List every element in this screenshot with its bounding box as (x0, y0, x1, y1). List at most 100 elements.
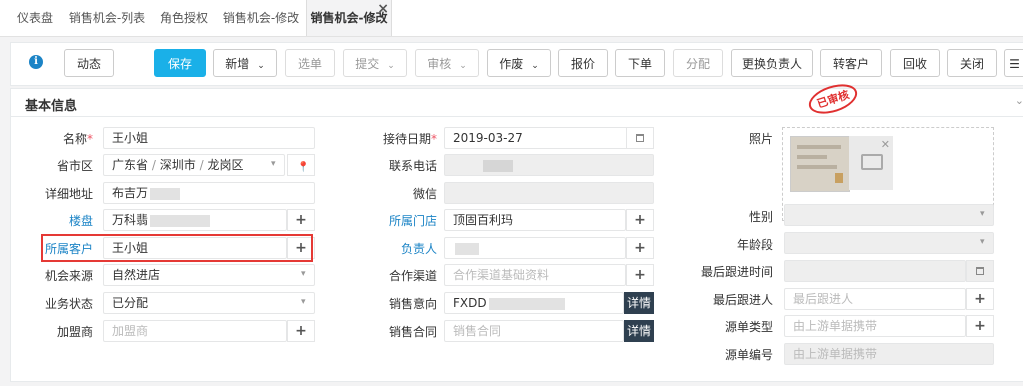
photo-label: 照片 (748, 132, 773, 146)
reception-date-label: 接待日期* (382, 132, 437, 146)
close-button[interactable]: 关闭 (947, 49, 997, 77)
province-value: 广东省 (112, 158, 149, 172)
new-button[interactable]: 新增 ⌄ (213, 49, 277, 77)
contract-detail-button[interactable]: 详情 (624, 320, 654, 342)
audit-label: 审核 (427, 57, 452, 71)
building-label[interactable]: 楼盘 (31, 213, 93, 229)
reception-date-input[interactable]: 2019-03-27 (444, 127, 628, 149)
add-owner-button[interactable]: + (626, 237, 654, 259)
gender-select[interactable] (784, 204, 994, 226)
status-select[interactable]: 已分配 (103, 292, 315, 314)
new-label: 新增 (225, 57, 250, 71)
last-follower-label: 最后跟进人 (712, 293, 773, 307)
highlight-box (41, 234, 313, 262)
chevron-down-icon[interactable]: ⌄ (1015, 94, 1023, 107)
name-input[interactable]: 王小姐 (103, 127, 315, 149)
assign-button[interactable]: 分配 (673, 49, 723, 77)
void-label: 作废 (499, 57, 524, 71)
calendar-button[interactable] (626, 127, 654, 149)
separator: / (199, 158, 204, 172)
save-button[interactable]: 保存 (154, 49, 206, 77)
owner-label[interactable]: 负责人 (361, 241, 437, 257)
tab-dashboard[interactable]: 仪表盘 (6, 0, 64, 36)
region-select[interactable]: 广东省 / 深圳市 / 龙岗区 (103, 154, 285, 176)
intent-input[interactable]: FXDD (444, 292, 624, 314)
source-no-label: 源单编号 (724, 348, 773, 362)
store-label[interactable]: 所属门店 (361, 213, 437, 229)
address-label: 详细地址 (44, 187, 93, 201)
channel-label: 合作渠道 (388, 269, 437, 283)
source-label: 机会来源 (44, 269, 93, 283)
info-circle-icon[interactable]: i (29, 55, 43, 69)
more-icon[interactable]: ☰ (1004, 49, 1023, 77)
convert-customer-button[interactable]: 转客户 (820, 49, 882, 77)
calendar-icon (636, 134, 644, 142)
add-store-button[interactable]: + (626, 209, 654, 231)
close-icon[interactable]: ✕ (881, 138, 890, 151)
audit-button[interactable]: 审核 ⌄ (415, 49, 479, 77)
add-follower-button[interactable]: + (966, 288, 994, 310)
change-owner-button[interactable]: 更换负责人 (731, 49, 813, 77)
tab-role-auth[interactable]: 角色授权 (152, 0, 216, 36)
chevron-down-icon: ⌄ (459, 61, 467, 71)
add-building-button[interactable]: + (287, 209, 315, 231)
calendar-button[interactable] (966, 260, 994, 282)
last-follow-time-label: 最后跟进时间 (700, 265, 773, 279)
name-label: 名称* (62, 132, 93, 146)
contract-input[interactable]: 销售合同 (444, 320, 624, 342)
age-label: 年龄段 (736, 238, 773, 252)
quote-button[interactable]: 报价 (558, 49, 608, 77)
source-type-input[interactable]: 由上游单据携带 (784, 315, 966, 337)
channel-input[interactable]: 合作渠道基础资料 (444, 264, 626, 286)
tab-opportunity-edit[interactable]: 销售机会-修改 (218, 0, 304, 36)
wechat-input[interactable] (444, 182, 654, 204)
toolbar: i 动态 保存 新增 ⌄ 选单 提交 ⌄ 审核 ⌄ 作废 ⌄ 报价 下单 分配 更换负责… (10, 42, 1023, 86)
submit-label: 提交 (355, 57, 380, 71)
phone-input[interactable] (444, 154, 654, 176)
photo-placeholder[interactable]: ✕ (849, 136, 893, 190)
activity-button[interactable]: 动态 (64, 49, 114, 77)
franchisee-label: 加盟商 (56, 325, 93, 339)
submit-button[interactable]: 提交 ⌄ (343, 49, 407, 77)
location-button[interactable]: 📍 (287, 154, 315, 176)
basic-info-panel: 基本信息 已审核 ⌄ 名称* 王小姐 省市区 广东省 / 深圳市 / 龙岗区 ▾… (10, 78, 1023, 382)
chevron-down-icon: ▾ (301, 269, 306, 279)
chevron-down-icon: ⌄ (387, 61, 395, 71)
address-input[interactable]: 布吉万 (103, 182, 315, 204)
calendar-icon (976, 267, 984, 275)
add-franchisee-button[interactable]: + (287, 320, 315, 342)
recycle-button[interactable]: 回收 (890, 49, 940, 77)
chevron-down-icon: ▾ (980, 209, 985, 219)
source-no-input[interactable]: 由上游单据携带 (784, 343, 994, 365)
image-icon (861, 154, 883, 170)
last-follower-input[interactable]: 最后跟进人 (784, 288, 966, 310)
tab-bar: 仪表盘 销售机会-列表 角色授权 销售机会-修改 销售机会-修改 × (0, 0, 1023, 37)
intent-label: 销售意向 (388, 297, 437, 311)
building-input[interactable]: 万科翡 (103, 209, 287, 231)
owner-input[interactable] (444, 237, 626, 259)
add-source-type-button[interactable]: + (966, 315, 994, 337)
tab-opportunity-list[interactable]: 销售机会-列表 (66, 0, 148, 36)
district-value: 龙岗区 (207, 158, 244, 172)
void-button[interactable]: 作废 ⌄ (487, 49, 551, 77)
franchisee-input[interactable]: 加盟商 (103, 320, 287, 342)
select-bill-button[interactable]: 选单 (285, 49, 335, 77)
wechat-label: 微信 (412, 187, 437, 201)
age-select[interactable] (784, 232, 994, 254)
tab-label: 销售机会-修改 (310, 11, 388, 25)
store-input[interactable]: 顶固百利玛 (444, 209, 626, 231)
chevron-down-icon: ▾ (301, 297, 306, 307)
separator: / (151, 158, 156, 172)
tab-opportunity-edit-active[interactable]: 销售机会-修改 × (306, 0, 392, 36)
close-icon[interactable]: × (377, 2, 389, 16)
status-label: 业务状态 (44, 297, 93, 311)
phone-label: 联系电话 (388, 159, 437, 173)
map-pin-icon: 📍 (297, 162, 310, 173)
intent-detail-button[interactable]: 详情 (624, 292, 654, 314)
photo-thumbnail[interactable] (790, 136, 850, 192)
chevron-down-icon: ▾ (980, 237, 985, 247)
source-select[interactable]: 自然进店 (103, 264, 315, 286)
order-button[interactable]: 下单 (615, 49, 665, 77)
last-follow-time-input[interactable] (784, 260, 966, 282)
add-channel-button[interactable]: + (626, 264, 654, 286)
